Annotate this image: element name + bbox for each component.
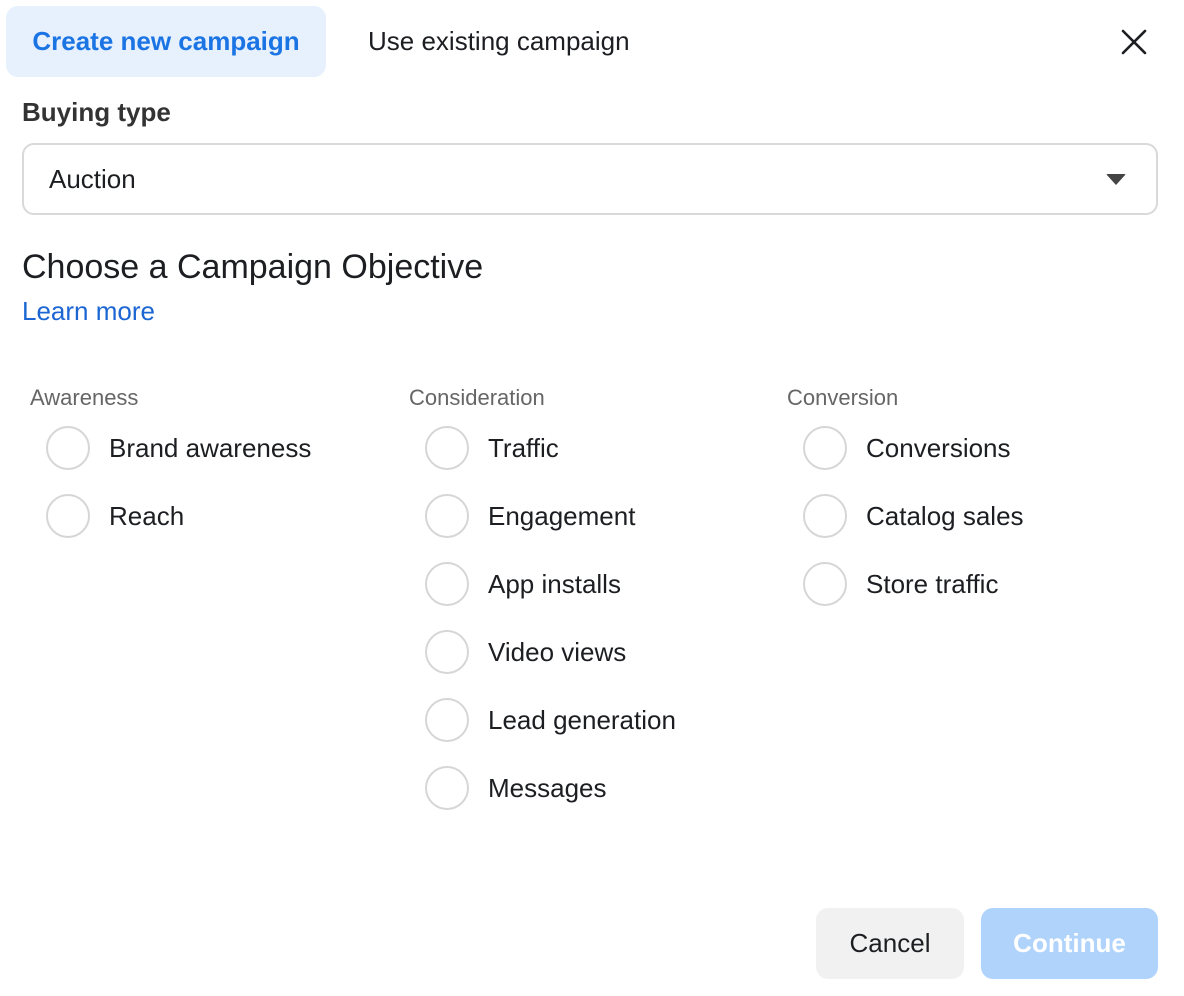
radio-button[interactable] (46, 426, 90, 470)
option-store-traffic[interactable]: Store traffic (803, 550, 1024, 618)
option-traffic[interactable]: Traffic (425, 414, 676, 482)
radio-button[interactable] (425, 562, 469, 606)
continue-button[interactable]: Continue (981, 908, 1158, 979)
tab-label: Use existing campaign (368, 26, 630, 56)
option-reach[interactable]: Reach (46, 482, 311, 550)
option-label: Brand awareness (109, 432, 312, 463)
option-conversions[interactable]: Conversions (803, 414, 1024, 482)
tab-create-new-campaign[interactable]: Create new campaign (6, 6, 326, 77)
buying-type-label: Buying type (22, 97, 171, 127)
option-engagement[interactable]: Engagement (425, 482, 676, 550)
option-brand-awareness[interactable]: Brand awareness (46, 414, 311, 482)
option-label: Lead generation (488, 704, 676, 735)
tab-use-existing-campaign[interactable]: Use existing campaign (340, 6, 658, 77)
option-catalog-sales[interactable]: Catalog sales (803, 482, 1024, 550)
group-title: Awareness (30, 385, 139, 410)
option-video-views[interactable]: Video views (425, 618, 676, 686)
radio-button[interactable] (425, 766, 469, 810)
option-label: Traffic (488, 432, 559, 463)
objective-heading: Choose a Campaign Objective (22, 248, 484, 286)
buying-type-value: Auction (49, 163, 136, 194)
tab-label: Create new campaign (32, 26, 300, 56)
radio-button[interactable] (425, 494, 469, 538)
radio-button[interactable] (803, 494, 847, 538)
option-messages[interactable]: Messages (425, 754, 676, 822)
learn-more-link[interactable]: Learn more (22, 296, 155, 327)
group-title: Conversion (787, 385, 899, 410)
caret-down-icon (1106, 173, 1126, 185)
buying-type-select[interactable]: Auction (22, 143, 1158, 215)
option-label: Store traffic (866, 568, 999, 599)
radio-button[interactable] (803, 426, 847, 470)
option-label: Engagement (488, 500, 636, 531)
close-button[interactable] (1108, 18, 1160, 66)
option-lead-generation[interactable]: Lead generation (425, 686, 676, 754)
group-title: Consideration (409, 385, 545, 410)
objective-group-awareness: Awareness Brand awareness Reach (22, 382, 311, 550)
radio-button[interactable] (425, 426, 469, 470)
option-label: Video views (488, 636, 627, 667)
cancel-button[interactable]: Cancel (816, 908, 964, 979)
radio-button[interactable] (425, 698, 469, 742)
option-label: Messages (488, 772, 607, 803)
option-label: Catalog sales (866, 500, 1024, 531)
radio-button[interactable] (46, 494, 90, 538)
option-app-installs[interactable]: App installs (425, 550, 676, 618)
option-label: Conversions (866, 432, 1011, 463)
radio-button[interactable] (803, 562, 847, 606)
option-label: Reach (109, 500, 185, 531)
option-label: App installs (488, 568, 621, 599)
objective-group-conversion: Conversion Conversions Catalog sales Sto… (779, 382, 1024, 618)
close-icon (1121, 29, 1147, 55)
radio-button[interactable] (425, 630, 469, 674)
objective-group-consideration: Consideration Traffic Engagement App ins… (401, 382, 676, 822)
